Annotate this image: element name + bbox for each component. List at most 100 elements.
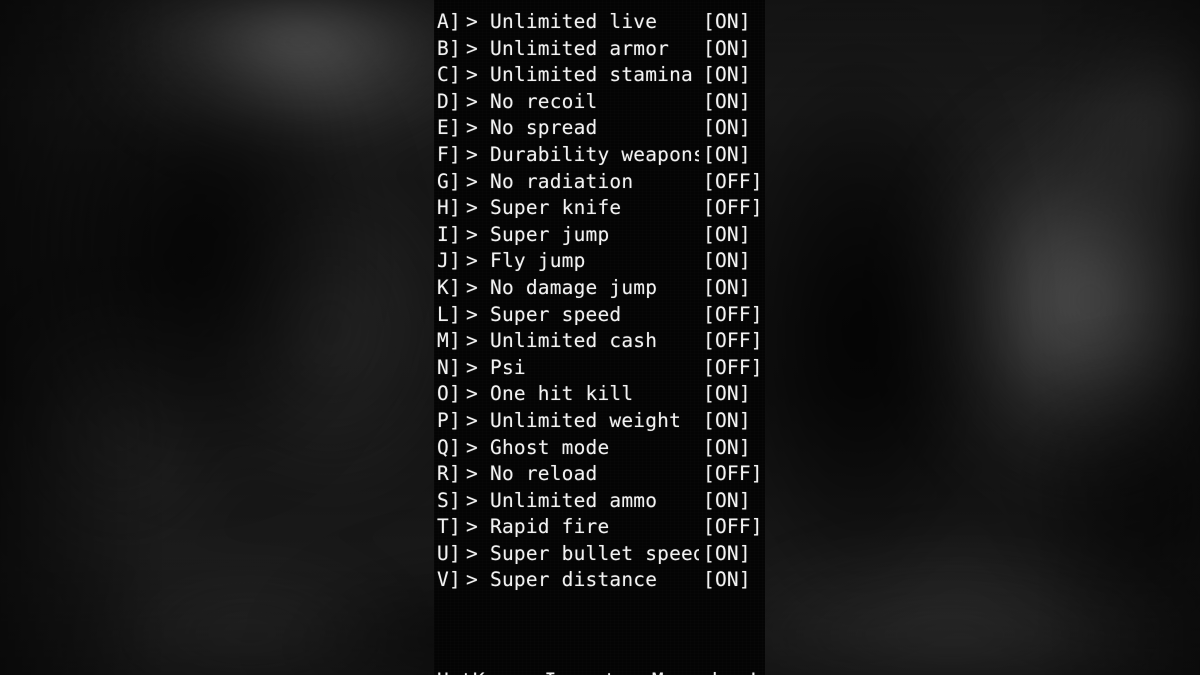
cheat-row-h[interactable]: H] > Super knife [OFF] — [434, 195, 765, 222]
cheat-hotkey-i: I] — [437, 222, 461, 246]
cheat-hotkey-e: E] — [437, 116, 461, 140]
arrow-icon: > — [466, 408, 478, 432]
arrow-icon: > — [466, 63, 478, 87]
cheat-row-g[interactable]: G] > No radiation [OFF] — [434, 169, 765, 196]
cheat-hotkey-d: D] — [437, 89, 461, 113]
cheat-label-m: Unlimited cash — [490, 329, 658, 353]
cheat-hotkey-k: K] — [437, 275, 461, 299]
cheat-state-u[interactable]: [ON] — [703, 541, 765, 568]
cheat-state-l[interactable]: [OFF] — [703, 302, 765, 329]
arrow-icon: > — [466, 515, 478, 539]
cheat-state-n[interactable]: [OFF] — [703, 355, 765, 382]
cheat-state-c[interactable]: [ON] — [703, 62, 765, 89]
cheat-label-t: Rapid fire — [490, 515, 610, 539]
cheat-row-f[interactable]: F] > Durability weapons [ON] — [434, 142, 765, 169]
arrow-icon: > — [466, 116, 478, 140]
cheat-label-v: Super distance — [490, 568, 658, 592]
cheat-state-m[interactable]: [OFF] — [703, 328, 765, 355]
cheat-row-v[interactable]: V] > Super distance [ON] — [434, 567, 765, 594]
cheat-row-r[interactable]: R] > No reload [OFF] — [434, 461, 765, 488]
arrow-icon: > — [466, 89, 478, 113]
cheat-row-b[interactable]: B] > Unlimited armor [ON] — [434, 36, 765, 63]
cheat-label-a: Unlimited live — [490, 10, 658, 33]
cheat-hotkey-l: L] — [437, 302, 461, 326]
cheat-label-f: Durability weapons — [490, 142, 699, 166]
cheat-state-v[interactable]: [ON] — [703, 567, 765, 594]
cheat-label-i: Super jump — [490, 222, 610, 246]
arrow-icon: > — [466, 169, 478, 193]
cheat-label-l: Super speed — [490, 302, 622, 326]
cheat-state-a[interactable]: [ON] — [703, 9, 765, 36]
cheat-hotkey-c: C] — [437, 63, 461, 87]
trainer-overlay-panel: A] > Unlimited live [ON] B] > Unlimited … — [434, 0, 765, 675]
cheat-row-m[interactable]: M] > Unlimited cash [OFF] — [434, 328, 765, 355]
cheat-row-p[interactable]: P] > Unlimited weight [ON] — [434, 408, 765, 435]
cheat-row-d[interactable]: D] > No recoil [ON] — [434, 89, 765, 116]
arrow-icon: > — [466, 462, 478, 486]
cheat-state-r[interactable]: [OFF] — [703, 461, 765, 488]
cheat-row-l[interactable]: L] > Super speed [OFF] — [434, 302, 765, 329]
cheat-row-i[interactable]: I] > Super jump [ON] — [434, 222, 765, 249]
cheat-row-j[interactable]: J] > Fly jump [ON] — [434, 248, 765, 275]
cheat-state-e[interactable]: [ON] — [703, 115, 765, 142]
arrow-icon: > — [466, 541, 478, 565]
cheat-label-c: Unlimited stamina — [490, 63, 693, 87]
cheat-hotkey-m: M] — [437, 329, 461, 353]
cheat-label-p: Unlimited weight — [490, 408, 682, 432]
arrow-icon: > — [466, 10, 478, 33]
cheat-state-i[interactable]: [ON] — [703, 222, 765, 249]
cheat-hotkey-f: F] — [437, 142, 461, 166]
arrow-icon: > — [466, 275, 478, 299]
cheat-hotkey-h: H] — [437, 196, 461, 220]
cheat-row-k[interactable]: K] > No damage jump [ON] — [434, 275, 765, 302]
cheat-row-o[interactable]: O] > One hit kill [ON] — [434, 381, 765, 408]
cheat-hotkey-a: A] — [437, 10, 461, 33]
cheat-row-q[interactable]: Q] > Ghost mode [ON] — [434, 435, 765, 462]
cheat-state-d[interactable]: [ON] — [703, 89, 765, 116]
cheat-hotkey-s: S] — [437, 488, 461, 512]
cheat-state-p[interactable]: [ON] — [703, 408, 765, 435]
cheat-state-o[interactable]: [ON] — [703, 381, 765, 408]
arrow-icon: > — [466, 568, 478, 592]
cheat-hotkey-r: R] — [437, 462, 461, 486]
arrow-icon: > — [466, 355, 478, 379]
cheat-label-d: No recoil — [490, 89, 598, 113]
cheat-state-t[interactable]: [OFF] — [703, 514, 765, 541]
cheat-hotkey-q: Q] — [437, 435, 461, 459]
cheat-row-n[interactable]: N] > Psi [OFF] — [434, 355, 765, 382]
cheat-state-h[interactable]: [OFF] — [703, 195, 765, 222]
overlay-footer: HotKeys: Insert + Menu key! GameHackLab[… — [434, 615, 765, 675]
cheat-label-u: Super bullet speed — [490, 541, 699, 565]
cheat-option-list: A] > Unlimited live [ON] B] > Unlimited … — [434, 9, 765, 594]
cheat-row-a[interactable]: A] > Unlimited live [ON] — [434, 9, 765, 36]
cheat-row-e[interactable]: E] > No spread [ON] — [434, 115, 765, 142]
trainer-menu: A] > Unlimited live [ON] B] > Unlimited … — [434, 9, 765, 675]
cheat-label-g: No radiation — [490, 169, 634, 193]
cheat-state-b[interactable]: [ON] — [703, 36, 765, 63]
cheat-state-j[interactable]: [ON] — [703, 248, 765, 275]
cheat-row-c[interactable]: C] > Unlimited stamina [ON] — [434, 62, 765, 89]
arrow-icon: > — [466, 222, 478, 246]
cheat-hotkey-p: P] — [437, 408, 461, 432]
cheat-label-h: Super knife — [490, 196, 622, 220]
arrow-icon: > — [466, 302, 478, 326]
game-scene: A] > Unlimited live [ON] B] > Unlimited … — [0, 0, 1200, 675]
cheat-state-s[interactable]: [ON] — [703, 488, 765, 515]
cheat-state-g[interactable]: [OFF] — [703, 169, 765, 196]
cheat-row-t[interactable]: T] > Rapid fire [OFF] — [434, 514, 765, 541]
cheat-label-o: One hit kill — [490, 382, 634, 406]
arrow-icon: > — [466, 382, 478, 406]
cheat-row-s[interactable]: S] > Unlimited ammo [ON] — [434, 488, 765, 515]
cheat-hotkey-u: U] — [437, 541, 461, 565]
cheat-hotkey-g: G] — [437, 169, 461, 193]
cheat-label-r: No reload — [490, 462, 598, 486]
arrow-icon: > — [466, 142, 478, 166]
cheat-state-f[interactable]: [ON] — [703, 142, 765, 169]
cheat-row-u[interactable]: U] > Super bullet speed [ON] — [434, 541, 765, 568]
arrow-icon: > — [466, 488, 478, 512]
cheat-hotkey-n: N] — [437, 355, 461, 379]
cheat-hotkey-t: T] — [437, 515, 461, 539]
cheat-label-s: Unlimited ammo — [490, 488, 658, 512]
cheat-state-q[interactable]: [ON] — [703, 435, 765, 462]
cheat-state-k[interactable]: [ON] — [703, 275, 765, 302]
